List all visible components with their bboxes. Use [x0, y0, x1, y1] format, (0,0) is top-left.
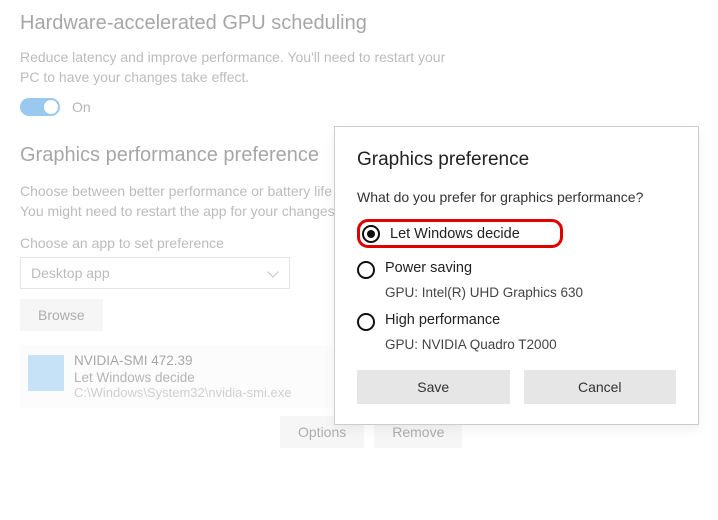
radio-power-saving[interactable]: [357, 261, 375, 279]
radio-high-performance[interactable]: [357, 313, 375, 331]
graphics-preference-dialog: Graphics preference What do you prefer f…: [334, 126, 699, 425]
radio-let-windows-decide-label: Let Windows decide: [390, 226, 520, 242]
dialog-title: Graphics preference: [357, 149, 676, 171]
cancel-button[interactable]: Cancel: [524, 370, 677, 404]
radio-power-saving-detail: GPU: Intel(R) UHD Graphics 630: [385, 285, 676, 300]
radio-power-saving-label: Power saving: [385, 260, 472, 276]
dialog-question: What do you prefer for graphics performa…: [357, 189, 676, 205]
highlight-box: Let Windows decide: [357, 219, 563, 248]
radio-high-performance-label: High performance: [385, 312, 500, 328]
radio-high-performance-detail: GPU: NVIDIA Quadro T2000: [385, 337, 676, 352]
save-button[interactable]: Save: [357, 370, 510, 404]
radio-let-windows-decide[interactable]: [362, 225, 380, 243]
